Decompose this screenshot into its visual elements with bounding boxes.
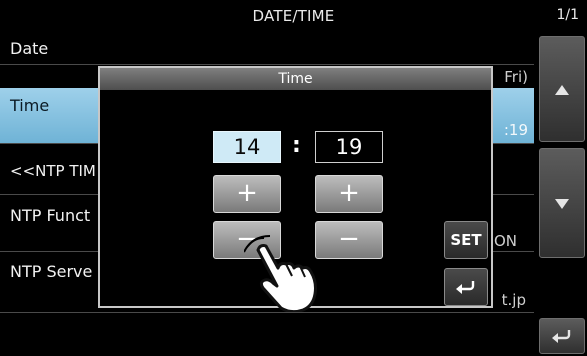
list-item-value: :19 — [503, 121, 528, 139]
list-item-value: Fri) — [504, 68, 528, 86]
return-arrow-icon — [456, 281, 475, 294]
dialog-back-button[interactable] — [444, 268, 488, 306]
triangle-down-icon — [555, 199, 569, 209]
list-item-label: Time — [10, 96, 50, 115]
back-button[interactable] — [539, 318, 585, 354]
screen: DATE/TIME 1/1 Date Fri) Time :19 <<NTP T… — [0, 0, 587, 356]
set-button-label: SET — [450, 231, 482, 249]
page-indicator: 1/1 — [556, 7, 579, 23]
minute-minus-button[interactable]: − — [315, 221, 383, 259]
minute-plus-button[interactable]: + — [315, 175, 383, 213]
list-item-label: Date — [10, 39, 49, 58]
time-dialog: Time 14 : 19 + + − − SET — [98, 66, 493, 308]
dialog-title: Time — [100, 68, 491, 90]
time-separator: : — [292, 133, 301, 158]
list-item-label: <<NTP TIM — [10, 162, 96, 180]
list-item-value: t.jp — [501, 291, 526, 309]
minute-field[interactable]: 19 — [315, 131, 383, 163]
set-button[interactable]: SET — [444, 221, 488, 259]
screen-title: DATE/TIME — [252, 7, 335, 25]
hour-minus-button[interactable]: − — [213, 221, 281, 259]
scroll-column — [536, 30, 587, 356]
scroll-down-button[interactable] — [539, 148, 585, 258]
list-item-label: NTP Funct — [10, 206, 91, 225]
return-arrow-icon — [552, 330, 571, 343]
hour-field[interactable]: 14 — [213, 131, 281, 163]
hour-plus-button[interactable]: + — [213, 175, 281, 213]
list-item-date[interactable]: Date Fri) — [0, 30, 534, 86]
list-item-value: ON — [493, 232, 517, 250]
title-bar: DATE/TIME 1/1 — [0, 0, 587, 30]
list-item-label: NTP Serve — [10, 262, 93, 281]
triangle-up-icon — [555, 85, 569, 95]
scroll-up-button[interactable] — [539, 36, 585, 142]
